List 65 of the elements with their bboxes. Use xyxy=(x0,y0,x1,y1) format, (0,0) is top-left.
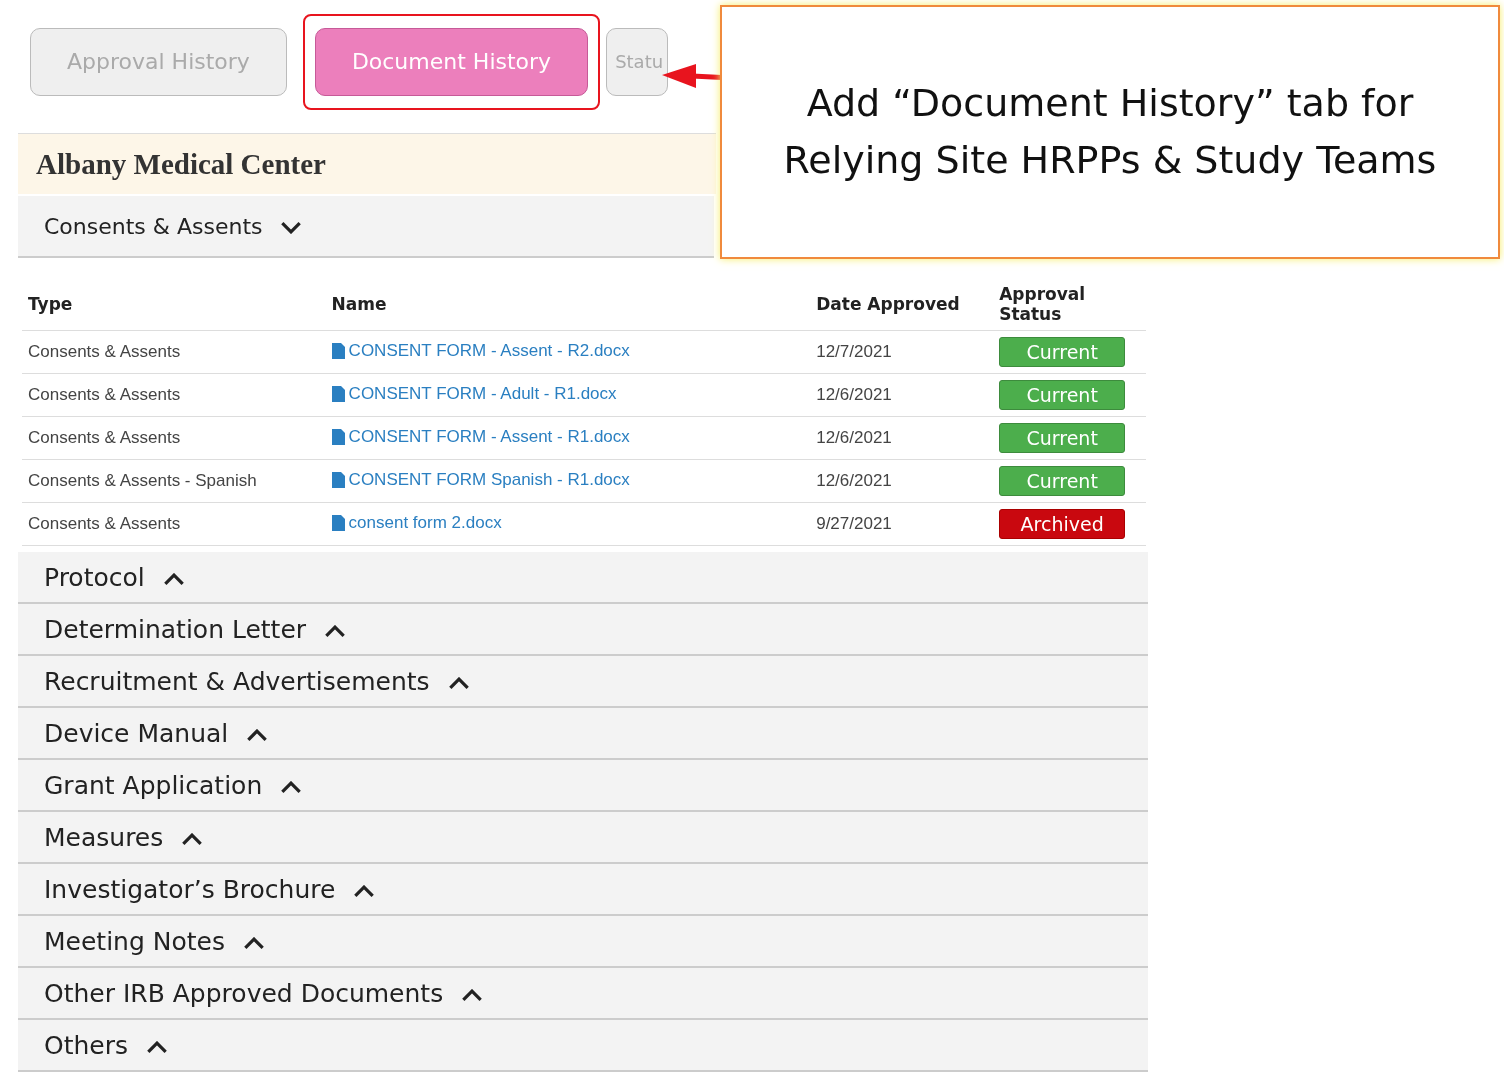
status-badge: Current xyxy=(999,337,1126,367)
section-title: Protocol xyxy=(44,562,145,592)
chevron-icon xyxy=(324,624,347,638)
table-cell: Consents & Assents xyxy=(22,416,326,460)
section-title: Consents & Assents xyxy=(44,213,263,239)
table-cell: Consents & Assents xyxy=(22,330,326,374)
section-header[interactable]: Measures xyxy=(18,812,1148,864)
table-cell: Consents & Assents xyxy=(22,373,326,417)
table-cell: 12/6/2021 xyxy=(810,459,994,503)
chevron-icon xyxy=(280,780,303,794)
section-header[interactable]: Other IRB Approved Documents xyxy=(18,968,1148,1020)
chevron-icon xyxy=(146,1040,168,1054)
section-header[interactable]: Others xyxy=(18,1020,1148,1072)
file-link[interactable]: CONSENT FORM - Assent - R2.docx xyxy=(331,340,630,361)
section-title: Recruitment & Advertisements xyxy=(44,666,430,696)
section-header[interactable]: Grant Application xyxy=(18,760,1148,812)
chevron-icon xyxy=(461,988,484,1002)
section-header[interactable]: Device Manual xyxy=(18,708,1148,760)
section-header[interactable]: Investigator’s Brochure xyxy=(18,864,1148,916)
chevron-icon xyxy=(181,832,204,846)
table-cell: Consents & Assents xyxy=(22,502,326,546)
document-icon xyxy=(331,342,345,359)
callout-text: Add “Document History” tab for xyxy=(806,80,1414,127)
document-icon xyxy=(331,514,345,531)
chevron-icon xyxy=(162,572,185,586)
section-title: Investigator’s Brochure xyxy=(44,874,336,904)
chevron-icon xyxy=(353,884,376,898)
file-link[interactable]: CONSENT FORM Spanish - R1.docx xyxy=(331,469,630,490)
section-header[interactable]: Consents & Assents xyxy=(18,196,714,258)
table-cell: 12/6/2021 xyxy=(810,416,994,460)
section-title: Meeting Notes xyxy=(44,926,225,956)
chevron-icon xyxy=(246,728,269,742)
file-link[interactable]: consent form 2.docx xyxy=(331,512,502,533)
column-header[interactable]: Type xyxy=(22,278,326,331)
section-header[interactable]: Protocol xyxy=(18,552,1148,604)
section-title: Other IRB Approved Documents xyxy=(44,978,444,1008)
status-badge: Current xyxy=(999,466,1126,496)
chevron-icon xyxy=(447,676,470,690)
site-title: Albany Medical Center xyxy=(36,147,326,181)
section-title: Others xyxy=(44,1030,128,1060)
status-badge: Current xyxy=(999,380,1126,410)
section-header[interactable]: Determination Letter xyxy=(18,604,1148,656)
section-header[interactable]: Meeting Notes xyxy=(18,916,1148,968)
document-icon xyxy=(331,385,345,402)
status-badge: Current xyxy=(999,423,1126,453)
callout-text: Relying Site HRPPs & Study Teams xyxy=(783,137,1437,184)
status-badge: Archived xyxy=(999,509,1126,539)
table-cell: 12/7/2021 xyxy=(810,330,994,374)
section-header[interactable]: Recruitment & Advertisements xyxy=(18,656,1148,708)
section-title: Grant Application xyxy=(44,770,263,800)
column-header[interactable]: Approval Status xyxy=(993,278,1146,331)
table-cell: 12/6/2021 xyxy=(810,373,994,417)
chevron-icon xyxy=(242,936,265,950)
table-cell: Consents & Assents - Spanish xyxy=(22,459,326,503)
column-header[interactable]: Date Approved xyxy=(810,278,994,331)
column-header[interactable]: Name xyxy=(325,278,811,331)
file-link[interactable]: CONSENT FORM - Assent - R1.docx xyxy=(331,426,630,447)
section-title: Determination Letter xyxy=(44,614,307,644)
chevron-icon xyxy=(280,220,303,234)
table-cell: 9/27/2021 xyxy=(810,502,994,546)
section-title: Measures xyxy=(44,822,164,852)
file-link[interactable]: CONSENT FORM - Adult - R1.docx xyxy=(331,383,617,404)
section-title: Device Manual xyxy=(44,718,229,748)
document-icon xyxy=(331,428,345,445)
document-icon xyxy=(331,471,345,488)
